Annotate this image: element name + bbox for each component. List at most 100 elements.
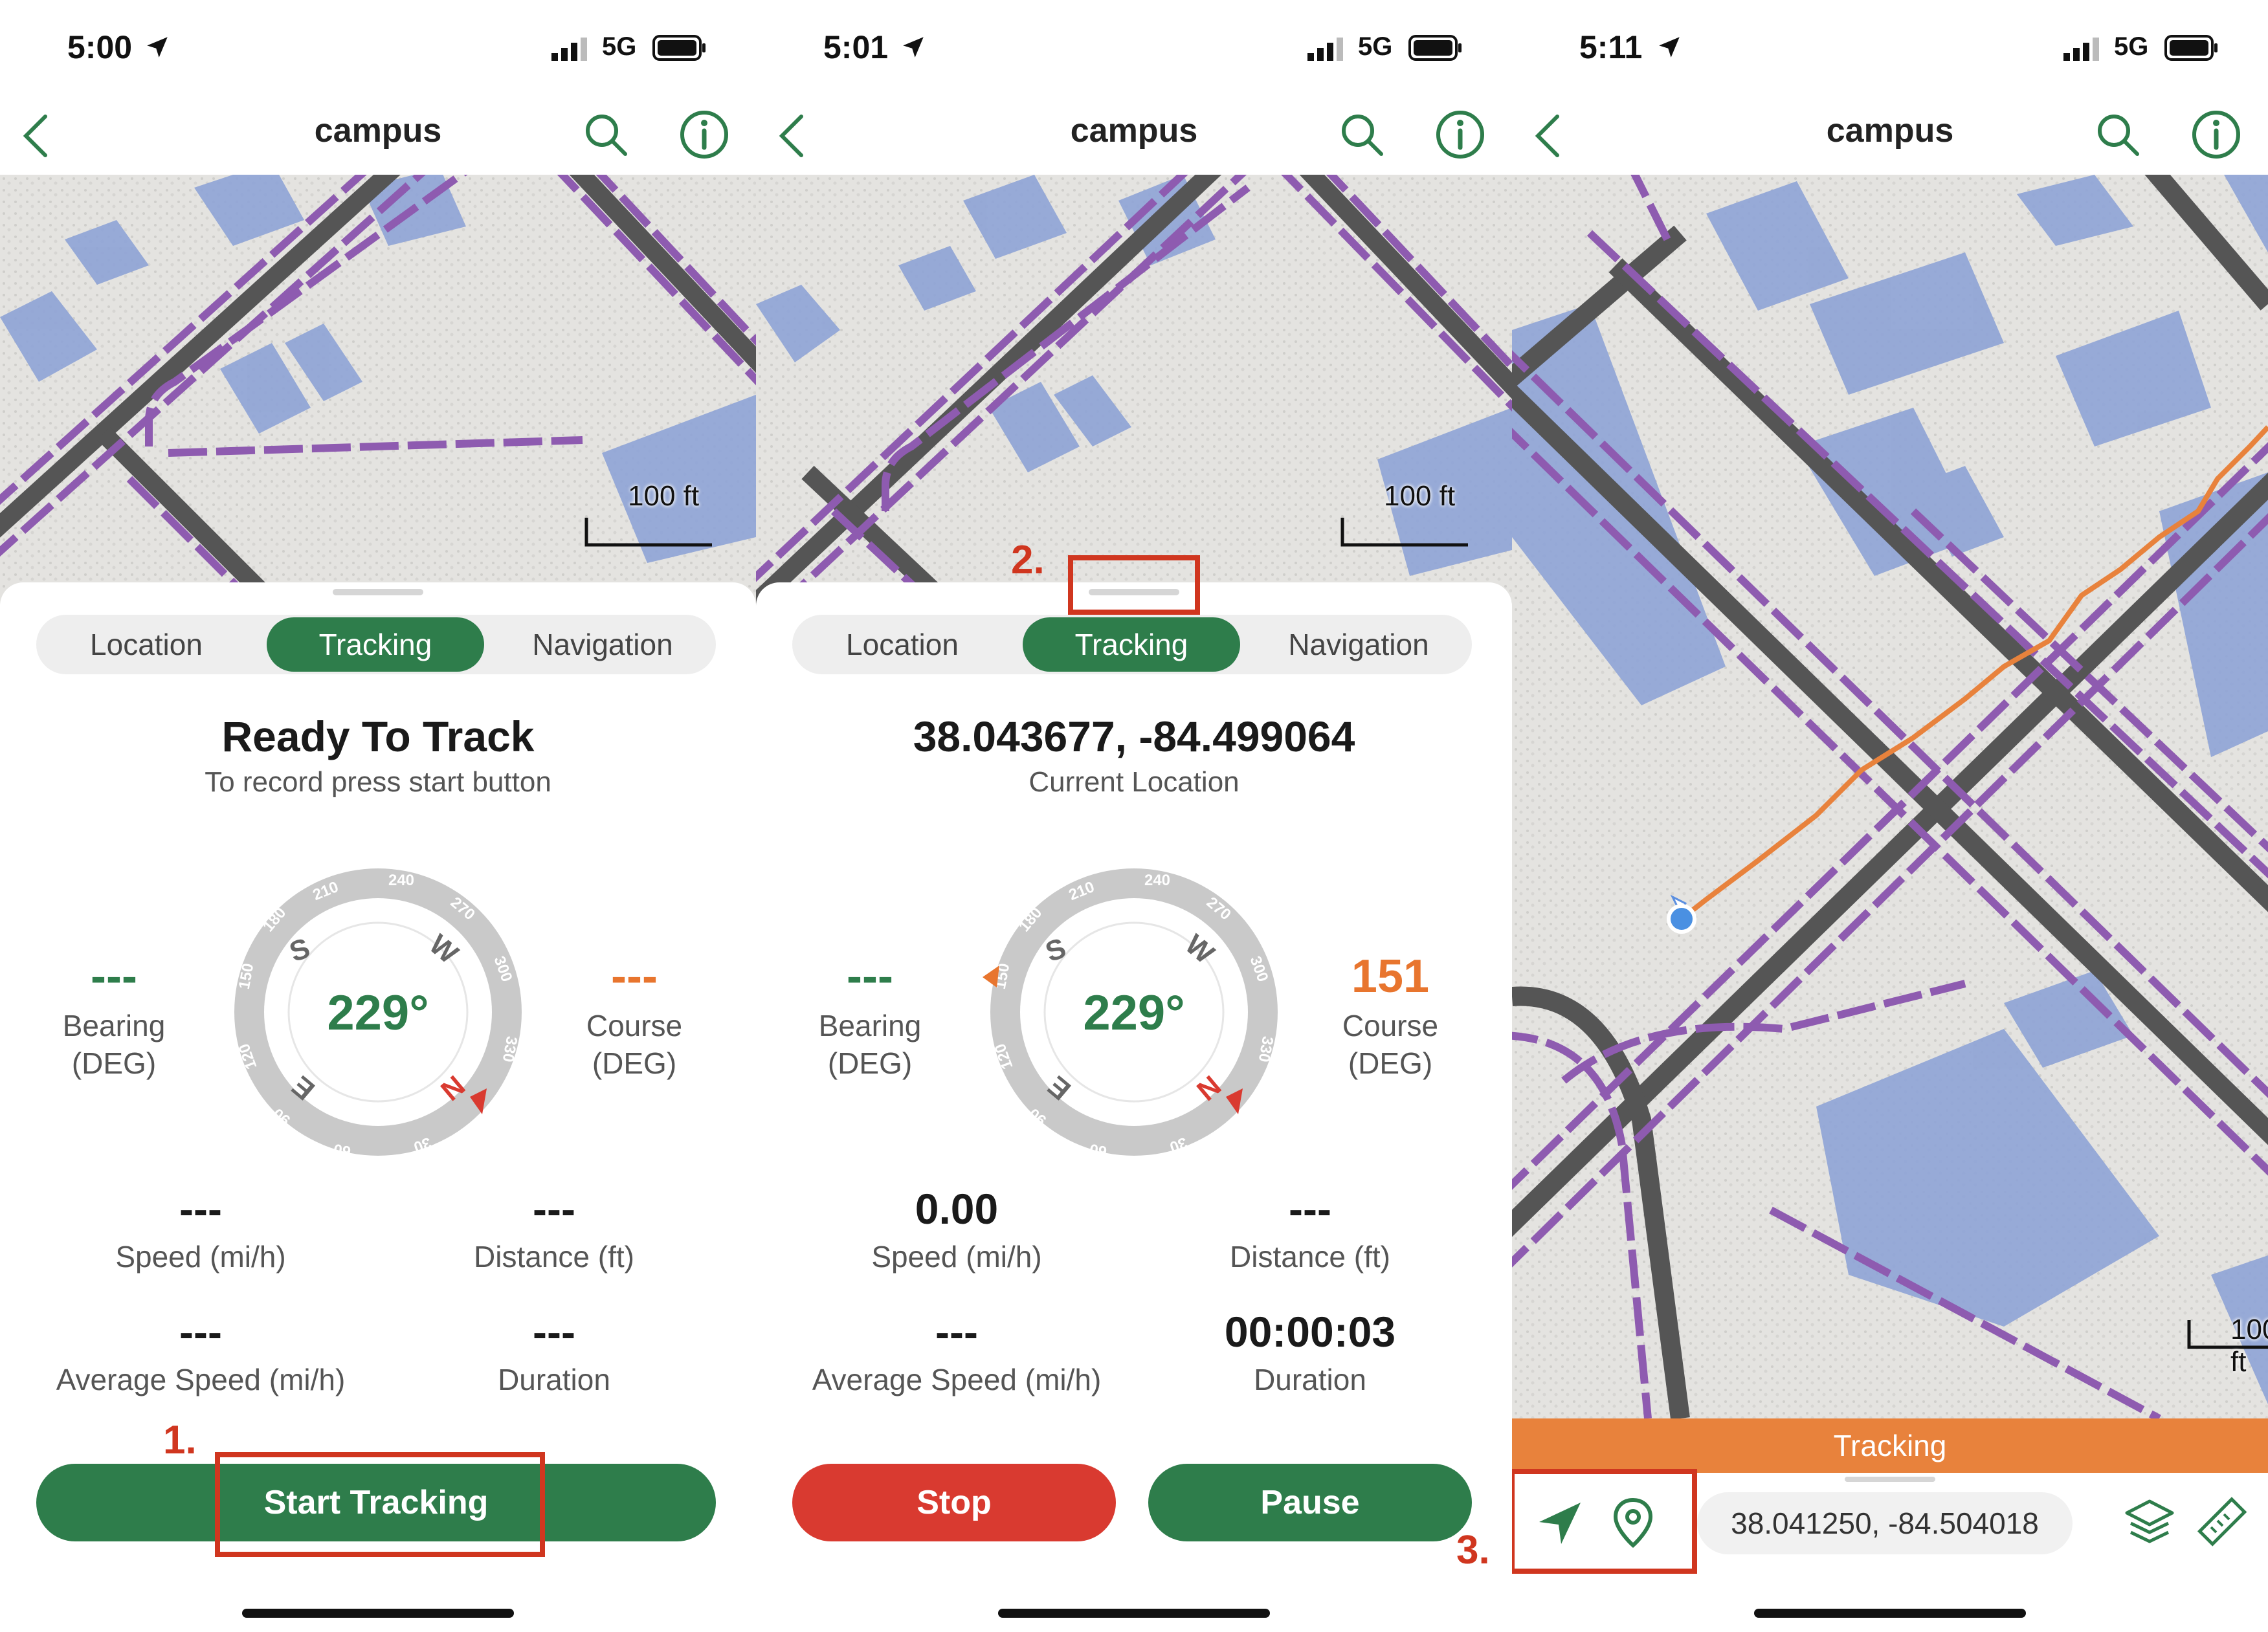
segmented-tabs: Location Tracking Navigation [792,615,1472,674]
tab-location[interactable]: Location [792,615,1012,674]
tab-tracking[interactable]: Tracking [1023,617,1240,672]
annotation-number-1: 1. [163,1418,197,1462]
status-time: 5:00 [67,29,133,65]
layers-icon[interactable] [2120,1495,2179,1553]
course-label: Course (DEG) [1342,1009,1439,1080]
compass-heading: 229° [327,986,429,1041]
search-icon[interactable] [2092,109,2144,160]
speed-value: --- [179,1185,222,1233]
search-icon[interactable] [580,109,632,160]
duration-label: Duration [498,1363,610,1396]
signal-icon [1307,38,1343,61]
screen-tracking: 5:01 5G campus 100 ft 2. Location Tracki… [756,0,1512,1632]
measure-ruler-icon[interactable] [2192,1495,2250,1553]
page-title: campus [1070,112,1198,149]
annotation-box-2 [1068,555,1200,615]
tab-tracking[interactable]: Tracking [267,617,484,672]
nav-bar: campus [756,97,1512,175]
tab-location[interactable]: Location [36,615,256,674]
bearing-value: --- [847,951,893,1002]
page-title: campus [1826,112,1954,149]
tracking-status-title: Ready To Track [221,712,535,760]
annotation-number-3: 3. [1456,1528,1490,1572]
course-label: Course (DEG) [586,1009,683,1080]
status-time: 5:11 [1579,29,1643,65]
annotation-box-1 [215,1452,545,1557]
nav-bar: campus [0,97,756,175]
status-bar: 5:00 5G [0,0,756,97]
duration-label: Duration [1254,1363,1366,1396]
avg-speed-label: Average Speed (mi/h) [56,1363,346,1396]
pause-button[interactable]: Pause [1148,1464,1472,1541]
current-location-label: Current Location [1028,766,1240,798]
annotation-box-3 [1512,1469,1697,1574]
battery-icon [1408,35,1462,61]
avg-speed-label: Average Speed (mi/h) [812,1363,1102,1396]
bearing-label: Bearing (DEG) [62,1009,166,1080]
screen-map-tracking: 5:11 5G campus 10 ft Tracking 38.041250,… [1512,0,2268,1632]
home-indicator [998,1609,1270,1618]
info-icon[interactable] [677,107,731,162]
coordinates-display[interactable]: 38.041250, -84.504018 [1697,1492,2073,1554]
page-title: campus [314,112,442,149]
course-value: --- [611,951,658,1002]
location-arrow-icon [1659,37,1680,58]
annotation-number-2: 2. [1011,538,1045,582]
speed-label: Speed (mi/h) [871,1240,1042,1274]
compass-heading: 229° [1083,986,1185,1041]
map-view[interactable] [1512,175,2268,1418]
network-type: 5G [1358,32,1393,61]
distance-label: Distance (ft) [474,1240,634,1274]
status-bar: 5:11 5G [1512,0,2268,97]
scale-label: 100 ft [1384,480,1456,512]
battery-icon [652,35,706,61]
network-type: 5G [2114,32,2149,61]
speed-label: Speed (mi/h) [115,1240,286,1274]
sheet-grabber[interactable] [333,589,423,595]
battery-icon [2164,35,2218,61]
location-arrow-icon [903,37,924,58]
svg-text:60: 60 [1088,1140,1108,1160]
segmented-tabs: Location Tracking Navigation [36,615,716,674]
signal-icon [551,38,587,61]
duration-value: 00:00:03 [1224,1308,1396,1356]
scale-label: 100 ft [2230,1314,2268,1378]
svg-text:240: 240 [1144,872,1170,889]
nav-bar: campus [1512,97,2268,175]
info-icon[interactable] [2189,107,2243,162]
distance-value: --- [533,1185,575,1233]
current-coordinates: 38.043677, -84.499064 [913,712,1355,760]
screen-ready: 5:00 5G campus 100 ft Location Tracking … [0,0,756,1632]
scale-label: 100 ft [628,480,700,512]
tab-navigation[interactable]: Navigation [1245,615,1472,674]
status-bar: 5:01 5G [756,0,1512,97]
bottom-sheet: 2. Location Tracking Navigation 38.04367… [756,538,1512,1632]
distance-value: --- [1289,1185,1331,1233]
tracking-banner[interactable]: Tracking [1512,1418,2268,1473]
course-marker-icon [983,965,999,987]
svg-text:240: 240 [388,872,414,889]
avg-speed-value: --- [179,1308,222,1356]
speed-value: 0.00 [915,1185,999,1233]
info-icon[interactable] [1433,107,1487,162]
home-indicator [1754,1609,2026,1618]
location-arrow-icon [147,37,168,58]
signal-icon [2063,38,2099,61]
bearing-value: --- [91,951,137,1002]
bearing-label: Bearing (DEG) [818,1009,922,1080]
sheet-grabber[interactable] [1845,1477,1935,1482]
search-icon[interactable] [1336,109,1388,160]
network-type: 5G [602,32,637,61]
duration-value: --- [533,1308,575,1356]
tab-navigation[interactable]: Navigation [489,615,716,674]
stop-button[interactable]: Stop [792,1464,1116,1541]
bottom-sheet: Location Tracking Navigation Ready To Tr… [0,582,756,1632]
avg-speed-value: --- [935,1308,978,1356]
status-time: 5:01 [823,29,889,65]
user-location-dot [1667,904,1696,934]
map-view[interactable] [0,175,756,628]
distance-label: Distance (ft) [1230,1240,1390,1274]
course-value: 151 [1351,951,1430,1002]
svg-text:60: 60 [332,1140,352,1160]
tracking-status-subtitle: To record press start button [205,766,551,798]
